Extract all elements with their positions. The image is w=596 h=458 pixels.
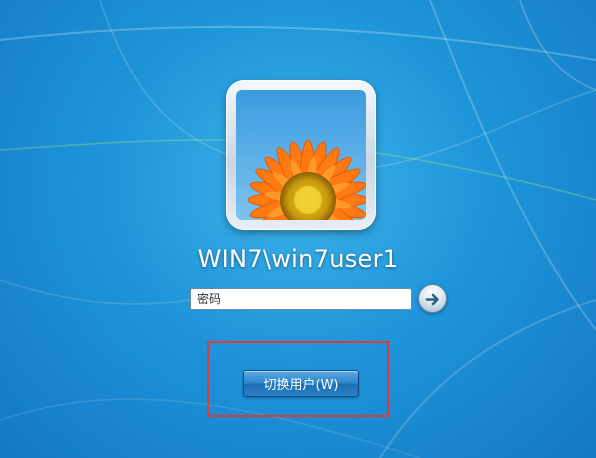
username-label: WIN7\win7user1 <box>197 245 399 273</box>
user-avatar <box>226 80 376 230</box>
submit-login-button[interactable] <box>418 284 447 313</box>
arrow-right-icon <box>425 293 439 306</box>
flower-avatar-image <box>236 90 366 220</box>
switch-user-button[interactable]: 切换用户(W) <box>243 370 359 397</box>
password-field[interactable] <box>190 288 412 310</box>
